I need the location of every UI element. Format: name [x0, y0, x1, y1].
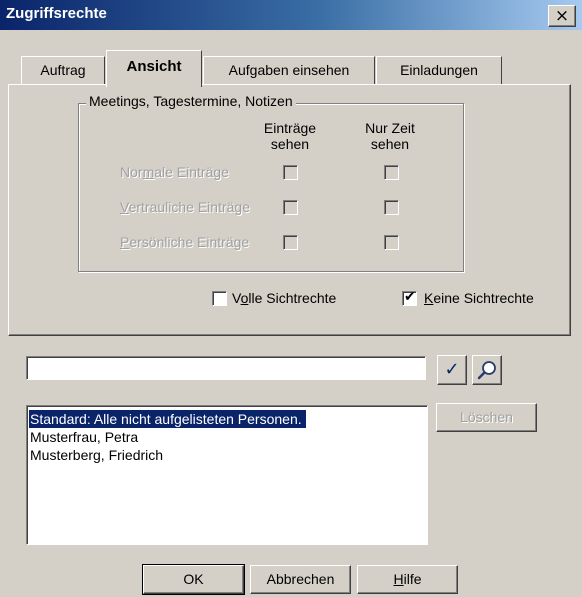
label-normal-entries: Normale Einträge [120, 164, 229, 180]
label-confidential-entries: Vertrauliche Einträge [120, 199, 250, 215]
checkmark-icon: ✓ [444, 359, 460, 380]
label-no-rights: Keine Sichtrechte [424, 290, 534, 306]
checkbox-normal-entries-view[interactable] [283, 165, 298, 180]
checkbox-no-rights[interactable]: ✔ [402, 289, 417, 306]
checkbox-confidential-entries-time[interactable] [384, 200, 399, 215]
column-header-entries: Einträge sehen [250, 120, 330, 152]
list-item[interactable]: Musterfrau, Petra [30, 428, 138, 446]
tab-auftrag[interactable]: Auftrag [21, 56, 105, 84]
name-input[interactable] [26, 356, 426, 380]
close-button[interactable]: × [548, 5, 576, 27]
check-mark-icon: ✔ [404, 289, 416, 305]
magnifier-icon [477, 361, 496, 380]
column-header-time-only: Nur Zeit sehen [350, 120, 430, 152]
list-item[interactable]: Musterberg, Friedrich [30, 446, 163, 464]
label-full-rights: Volle Sichtrechte [232, 290, 337, 306]
column-header-line: Einträge [263, 120, 317, 136]
checkbox-personal-entries-time[interactable] [384, 235, 399, 250]
column-header-line: Nur Zeit [365, 120, 415, 136]
checkbox-confidential-entries-view[interactable] [283, 200, 298, 215]
confirm-button[interactable]: ✓ [437, 355, 467, 385]
checkbox-full-rights[interactable] [212, 291, 227, 306]
ok-button[interactable]: OK [142, 564, 245, 595]
tab-aufgaben-einsehen[interactable]: Aufgaben einsehen [203, 56, 375, 84]
column-header-line: sehen [370, 136, 410, 152]
window-title: Zugriffsrechte [6, 5, 107, 22]
tab-ansicht[interactable]: Ansicht [106, 50, 202, 87]
group-title: Meetings, Tagestermine, Notizen [86, 93, 296, 109]
cancel-button[interactable]: Abbrechen [250, 565, 351, 594]
label-personal-entries: Persönliche Einträge [120, 234, 250, 250]
help-button[interactable]: Hilfe [357, 565, 458, 594]
column-header-line: sehen [270, 136, 310, 152]
list-item[interactable]: Standard: Alle nicht aufgelisteten Perso… [29, 410, 306, 428]
checkbox-personal-entries-view[interactable] [283, 235, 298, 250]
delete-button[interactable]: Löschen [436, 403, 537, 432]
close-icon: × [554, 6, 570, 26]
people-list[interactable]: Standard: Alle nicht aufgelisteten Perso… [26, 405, 428, 545]
checkbox-normal-entries-time[interactable] [384, 165, 399, 180]
tab-einladungen[interactable]: Einladungen [376, 56, 502, 84]
search-button[interactable] [472, 355, 502, 385]
